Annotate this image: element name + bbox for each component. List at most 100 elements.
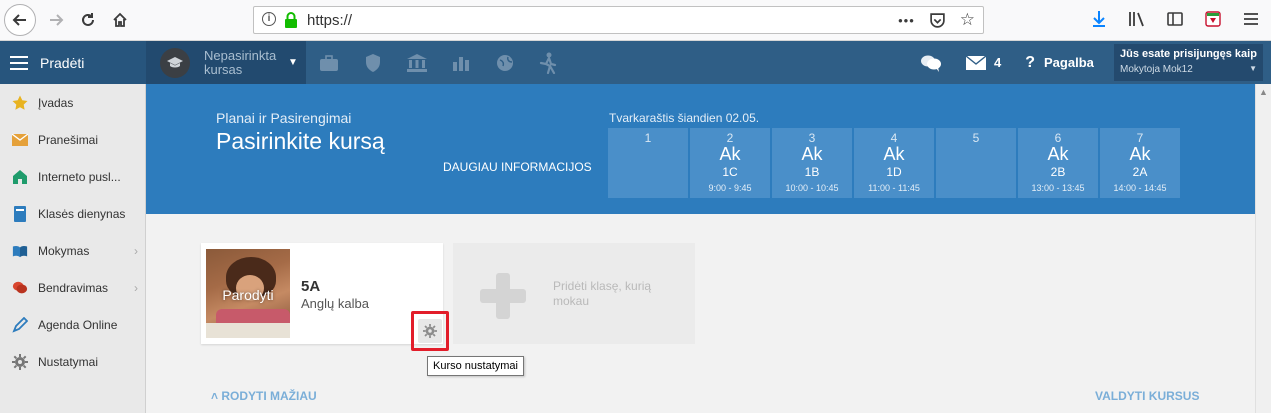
- lesson-slot[interactable]: 7 Ak 2A 14:00 - 14:45: [1100, 128, 1180, 198]
- lesson-slot[interactable]: 3 Ak 1B 10:00 - 10:45: [772, 128, 852, 198]
- menu-icon[interactable]: [1241, 8, 1261, 30]
- sidebar: Įvadas Pranešimai Interneto pusl... Klas…: [0, 84, 146, 413]
- bookmark-star-icon[interactable]: ☆: [960, 10, 975, 30]
- course-class-name: 5A: [301, 278, 321, 295]
- app-header: Pradėti Nepasirinkta kursas ▼ 4 ? Pagalb…: [0, 41, 1271, 84]
- download-icon[interactable]: [1089, 8, 1109, 30]
- lesson-time: 9:00 - 9:45: [708, 183, 752, 193]
- lesson-number: 3: [808, 131, 816, 145]
- user-menu[interactable]: Jūs esate prisijungęs kaip Mokytoja Mok1…: [1114, 44, 1263, 81]
- scroll-up-icon[interactable]: ▲: [1259, 87, 1268, 97]
- login-title: Jūs esate prisijungęs kaip: [1120, 48, 1257, 60]
- timetable-title: Tvarkaraštis šiandien 02.05.: [609, 111, 760, 125]
- arrow-left-icon: [12, 14, 26, 26]
- home-button[interactable]: [104, 4, 136, 36]
- messages-button[interactable]: 4: [966, 55, 1025, 70]
- info-icon[interactable]: i: [262, 12, 276, 26]
- help-button[interactable]: ? Pagalba: [1025, 54, 1094, 72]
- bar-chart-icon[interactable]: [450, 52, 472, 74]
- lesson-slot[interactable]: 5: [936, 128, 1016, 198]
- chevron-up-icon: ˄: [211, 389, 222, 403]
- reload-icon: [82, 13, 94, 26]
- reload-button[interactable]: [72, 4, 104, 36]
- pocket-icon[interactable]: [929, 12, 946, 29]
- shield-icon[interactable]: [362, 52, 384, 74]
- lesson-time: 13:00 - 13:45: [1031, 183, 1085, 193]
- start-menu-button[interactable]: Pradėti: [0, 41, 146, 84]
- lesson-class: 2A: [1132, 165, 1148, 179]
- pen-icon: [12, 316, 28, 333]
- sidebar-item-bendravimas[interactable]: Bendravimas ›: [0, 269, 146, 306]
- sidebar-item-agenda-online[interactable]: Agenda Online: [0, 306, 146, 343]
- lesson-number: 5: [972, 131, 980, 145]
- lesson-class: 2B: [1050, 165, 1066, 179]
- library-icon[interactable]: [1127, 8, 1147, 30]
- manage-courses-link[interactable]: VALDYTI KURSUS: [1095, 389, 1199, 403]
- sidebar-item-interneto-puslapis[interactable]: Interneto pusl...: [0, 158, 146, 195]
- gear-icon: [12, 353, 28, 370]
- add-class-card[interactable]: Pridėti klasę, kurią mokau: [453, 243, 695, 344]
- envelope-icon: [966, 55, 986, 70]
- url-text[interactable]: https://: [307, 12, 352, 29]
- briefcase-icon[interactable]: [318, 52, 340, 74]
- lesson-slot[interactable]: 2 Ak 1C 9:00 - 9:45: [690, 128, 770, 198]
- book-icon: [12, 205, 28, 222]
- course-image[interactable]: Parodyti: [206, 249, 290, 338]
- help-label: Pagalba: [1044, 55, 1094, 70]
- messages-count: 4: [994, 55, 1002, 70]
- lesson-slot[interactable]: 1: [608, 128, 688, 198]
- show-course-label[interactable]: Parodyti: [206, 287, 290, 303]
- lesson-time: 11:00 - 11:45: [868, 183, 920, 193]
- sidebar-item-label: Nustatymai: [38, 354, 99, 369]
- sidebar-item-label: Įvadas: [38, 95, 74, 110]
- course-settings-button[interactable]: [411, 311, 449, 351]
- url-bar[interactable]: i https:// ••• ☆: [253, 6, 984, 34]
- more-actions-icon[interactable]: •••: [898, 13, 915, 28]
- page-title: Pasirinkite kursą: [216, 128, 385, 154]
- sidebar-item-label: Interneto pusl...: [38, 169, 121, 184]
- sidebar-item-klases-dienynas[interactable]: Klasės dienynas: [0, 195, 146, 232]
- course-card[interactable]: Parodyti 5A Anglų kalba: [201, 243, 443, 344]
- chevron-right-icon: ›: [134, 243, 138, 258]
- sidebar-item-label: Pranešimai: [38, 132, 99, 147]
- star-icon: [12, 95, 28, 111]
- sidebar-item-label: Klasės dienynas: [38, 206, 126, 221]
- banner-subtitle: Planai ir Pasirengimai: [216, 110, 352, 126]
- login-user-name: Mokytoja Mok12: [1120, 64, 1193, 75]
- lesson-subject: Ak: [883, 144, 905, 164]
- extension-icon[interactable]: [1203, 8, 1223, 30]
- sidebar-item-pranesimai[interactable]: Pranešimai: [0, 121, 146, 158]
- course-selector[interactable]: Nepasirinkta kursas ▼: [146, 41, 306, 84]
- institution-icon[interactable]: [406, 52, 428, 74]
- sidebar-item-mokymas[interactable]: Mokymas ›: [0, 232, 146, 269]
- lesson-slot[interactable]: 4 Ak 1D 11:00 - 11:45: [854, 128, 934, 198]
- forward-button[interactable]: [40, 4, 72, 36]
- chat-bubbles-icon[interactable]: [920, 54, 942, 72]
- back-button[interactable]: [4, 4, 36, 36]
- scrollbar[interactable]: ▲: [1255, 84, 1271, 413]
- lock-icon[interactable]: [284, 12, 298, 28]
- show-less-link[interactable]: ˄ RODYTI MAŽIAU: [211, 389, 317, 403]
- globe-icon[interactable]: [494, 52, 516, 74]
- lesson-time: 14:00 - 14:45: [1113, 183, 1167, 193]
- more-info-link[interactable]: DAUGIAU INFORMACIJOS: [443, 160, 592, 174]
- sidebar-toggle-icon[interactable]: [1165, 8, 1185, 30]
- lesson-number: 6: [1054, 131, 1062, 145]
- add-class-label: Pridėti klasę, kurią mokau: [553, 279, 652, 308]
- gear-icon: [418, 319, 442, 343]
- caret-down-icon: ▼: [288, 57, 298, 68]
- sidebar-item-label: Bendravimas: [38, 280, 109, 295]
- lesson-number: 1: [644, 131, 652, 145]
- caret-down-icon: ▼: [1249, 64, 1257, 73]
- lesson-subject: Ak: [801, 144, 823, 164]
- hamburger-icon: [10, 55, 28, 70]
- lesson-subject: Ak: [1047, 144, 1069, 164]
- sidebar-item-nustatymai[interactable]: Nustatymai: [0, 343, 146, 380]
- sidebar-item-label: Mokymas: [38, 243, 90, 258]
- sidebar-item-ivadas[interactable]: Įvadas: [0, 84, 146, 121]
- open-book-icon: [12, 243, 28, 259]
- lesson-slot[interactable]: 6 Ak 2B 13:00 - 13:45: [1018, 128, 1098, 198]
- question-icon: ?: [1025, 53, 1036, 71]
- walking-person-icon[interactable]: [538, 52, 560, 74]
- arrow-right-icon: [50, 14, 64, 26]
